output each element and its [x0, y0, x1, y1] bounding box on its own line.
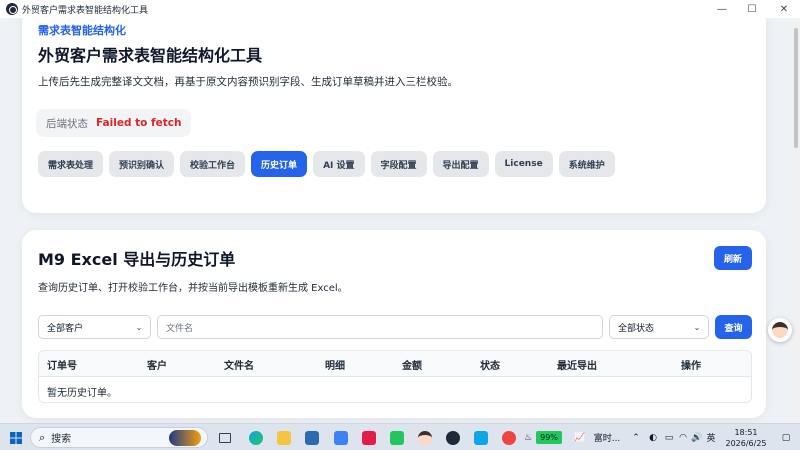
column-header-status: 状态	[480, 360, 500, 372]
vscode-icon[interactable]	[471, 424, 491, 450]
hero-description: 上传后先生成完整译文文档，再基于原文内容预识别字段、生成订单草稿并进入三栏校验。	[38, 76, 458, 88]
network-icon[interactable]: ▭	[662, 424, 676, 450]
weather-text: 富时...	[593, 434, 621, 444]
filename-input[interactable]: 文件名	[157, 315, 603, 339]
column-header-details: 明细	[325, 360, 345, 372]
status-select[interactable]: 全部状态 ⌄	[609, 315, 709, 339]
battery-bulb-icon: ♨	[523, 432, 533, 443]
tab-system-maintenance[interactable]: 系统维护	[558, 151, 615, 177]
refresh-button[interactable]: 刷新	[714, 246, 752, 270]
app-icon	[6, 3, 18, 15]
stock-chart-icon[interactable]: 📈	[570, 424, 590, 450]
mail-icon[interactable]	[331, 424, 351, 450]
maximize-button[interactable]: ☐	[736, 0, 768, 18]
taskbar-search-label: 搜索	[51, 434, 72, 445]
avatar-face-icon	[772, 322, 788, 338]
window-titlebar: 外贸客户需求表智能结构化工具 — ☐ ✕	[0, 0, 800, 18]
main-tabs: 需求表处理 预识别确认 校验工作台 历史订单 AI 设置 字段配置 导出配置 L…	[38, 151, 615, 177]
start-button[interactable]	[6, 424, 26, 450]
clock-time: 18:51	[734, 428, 758, 437]
tab-field-config[interactable]: 字段配置	[370, 151, 427, 177]
app-icon-red[interactable]	[499, 424, 519, 450]
store-icon[interactable]	[302, 424, 322, 450]
taskbar-search[interactable]: ⌕ 搜索	[30, 427, 208, 448]
chevron-up-icon[interactable]: ⌃	[630, 424, 642, 450]
backend-status: 后端状态 Failed to fetch	[36, 109, 192, 137]
history-title: M9 Excel 导出与历史订单	[38, 250, 236, 269]
ime-indicator[interactable]: 英	[704, 424, 718, 450]
tab-license[interactable]: License	[494, 151, 553, 177]
tray-icon[interactable]: ◐	[646, 424, 660, 450]
wifi-icon[interactable]: ◠	[676, 424, 690, 450]
customer-select-value: 全部客户	[47, 323, 84, 334]
chevron-down-icon: ⌄	[135, 323, 143, 332]
wps-icon[interactable]	[359, 424, 379, 450]
backend-status-value: Failed to fetch	[96, 117, 182, 129]
search-highlight-icon	[169, 430, 201, 446]
tab-requirement[interactable]: 需求表处理	[38, 151, 104, 177]
chevron-down-icon: ⌄	[693, 323, 701, 332]
notification-icon[interactable]: ▢	[778, 424, 794, 450]
close-button[interactable]: ✕	[768, 0, 800, 18]
window-title: 外贸客户需求表智能结构化工具	[22, 5, 149, 16]
customer-select[interactable]: 全部客户 ⌄	[38, 315, 151, 339]
taskbar: ⌕ 搜索 ♨ 99% 📈 富时... ⌃ ◐ ▭ ◠ 🔊 英 18:51 202…	[0, 423, 800, 450]
user-app-icon[interactable]	[415, 424, 435, 450]
column-header-last-export: 最近导出	[557, 360, 597, 372]
clock-date: 2026/6/25	[725, 439, 767, 448]
column-header-filename: 文件名	[224, 360, 254, 372]
app-viewport: 需求表智能结构化 外贸客户需求表智能结构化工具 上传后先生成完整译文文档，再基于…	[0, 18, 800, 423]
windows-icon	[10, 431, 22, 444]
column-header-actions: 操作	[681, 360, 701, 372]
chatgpt-icon[interactable]	[443, 424, 463, 450]
weather-widget[interactable]: 富时...	[592, 424, 622, 450]
hero-eyebrow: 需求表智能结构化	[38, 24, 126, 37]
backend-status-label: 后端状态	[46, 117, 88, 130]
table-header: 订单号 客户 文件名 明细 金额 状态 最近导出 操作	[39, 351, 751, 377]
table-empty-message: 暂无历史订单。	[47, 388, 117, 399]
minimize-button[interactable]: —	[706, 0, 738, 18]
column-header-order-no: 订单号	[47, 360, 77, 372]
volume-icon[interactable]: 🔊	[690, 424, 704, 450]
tab-history-orders[interactable]: 历史订单	[251, 151, 308, 177]
ime-text: 英	[706, 434, 716, 444]
page-title: 外贸客户需求表智能结构化工具	[38, 46, 263, 65]
edge-icon[interactable]	[246, 424, 266, 450]
history-description: 查询历史订单、打开校验工作台，并按当前导出模板重新生成 Excel。	[38, 283, 348, 294]
tab-ai-settings[interactable]: AI 设置	[313, 151, 365, 177]
history-table: 订单号 客户 文件名 明细 金额 状态 最近导出 操作 暂无历史订单。	[38, 350, 752, 403]
tab-validation[interactable]: 校验工作台	[180, 151, 246, 177]
history-card: M9 Excel 导出与历史订单 刷新 查询历史订单、打开校验工作台，并按当前导…	[22, 230, 766, 418]
tab-export-config[interactable]: 导出配置	[432, 151, 489, 177]
battery-indicator[interactable]: 99%	[536, 431, 562, 444]
filter-bar: 全部客户 ⌄ 文件名 全部状态 ⌄ 查询	[38, 315, 752, 339]
search-icon: ⌕	[39, 430, 46, 444]
query-button[interactable]: 查询	[715, 315, 752, 339]
file-explorer-icon[interactable]	[274, 424, 294, 450]
assistant-avatar[interactable]	[768, 318, 792, 342]
task-view-icon[interactable]	[215, 424, 235, 450]
column-header-amount: 金额	[402, 360, 422, 372]
status-select-value: 全部状态	[618, 323, 655, 334]
scrollbar[interactable]	[792, 18, 800, 423]
filename-placeholder: 文件名	[166, 323, 194, 334]
column-header-customer: 客户	[147, 360, 167, 372]
taskbar-clock[interactable]: 18:51 2026/6/25	[724, 427, 768, 449]
scrollbar-thumb[interactable]	[794, 28, 798, 148]
wechat-icon[interactable]	[387, 424, 407, 450]
tab-pre-recognition[interactable]: 预识别确认	[109, 151, 175, 177]
hero-card: 需求表智能结构化 外贸客户需求表智能结构化工具 上传后先生成完整译文文档，再基于…	[22, 18, 766, 213]
